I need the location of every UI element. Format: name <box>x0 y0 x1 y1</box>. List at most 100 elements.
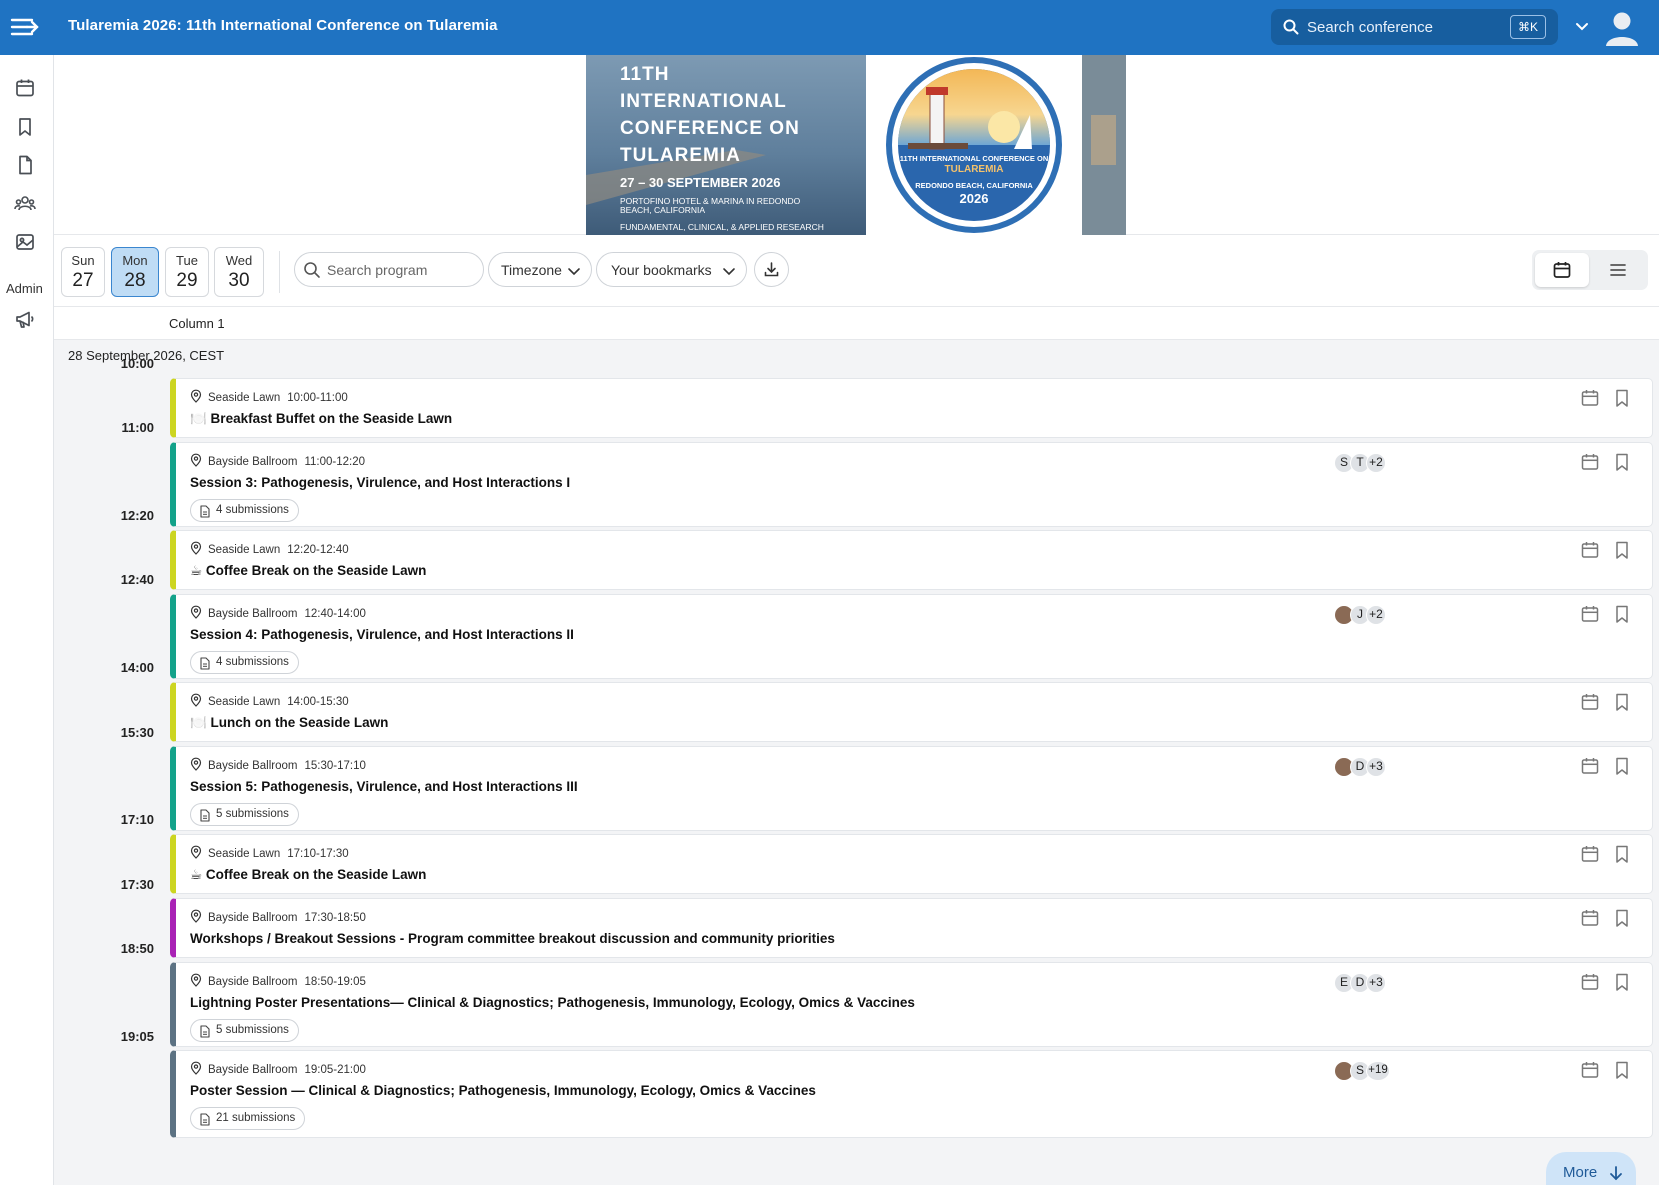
calendar-icon[interactable] <box>14 77 36 99</box>
location-pin-icon <box>190 973 202 987</box>
banner-line1: 11TH <box>620 64 669 85</box>
document-icon <box>199 505 210 521</box>
event-card[interactable]: Seaside Lawn 12:20-12:40 ☕ Coffee Break on… <box>170 530 1653 590</box>
download-icon <box>764 262 779 277</box>
event-card[interactable]: Seaside Lawn 14:00-15:30 🍽️ Lunch on the S… <box>170 682 1653 742</box>
event-actions <box>1580 388 1640 410</box>
add-to-calendar-button[interactable] <box>1580 908 1600 933</box>
megaphone-icon[interactable] <box>14 308 36 330</box>
document-icon[interactable] <box>14 154 36 176</box>
location-pin-icon <box>190 757 202 771</box>
bookmark-button[interactable] <box>1612 908 1632 933</box>
add-to-calendar-button[interactable] <box>1580 604 1600 629</box>
bookmark-button[interactable] <box>1612 388 1632 413</box>
event-card[interactable]: Bayside Ballroom 12:40-14:00 Session 4: Pa… <box>170 594 1653 679</box>
add-to-calendar-button[interactable] <box>1580 972 1600 997</box>
event-card[interactable]: Bayside Ballroom 18:50-19:05 Lightning Pos… <box>170 962 1653 1047</box>
event-meta: Seaside Lawn 10:00-11:00 <box>190 389 348 406</box>
bookmark-button[interactable] <box>1612 604 1632 629</box>
event-card[interactable]: Bayside Ballroom 15:30-17:10 Session 5: Pa… <box>170 746 1653 831</box>
download-button[interactable] <box>754 252 789 287</box>
search-placeholder: Search conference <box>1307 19 1433 36</box>
event-card[interactable]: Seaside Lawn 17:10-17:30 ☕ Coffee Break on… <box>170 834 1653 894</box>
event-card[interactable]: Seaside Lawn 10:00-11:00 🍽️ Breakfast Buff… <box>170 378 1653 438</box>
bookmark-button[interactable] <box>1612 452 1632 477</box>
image-icon[interactable] <box>14 231 36 253</box>
submissions-badge[interactable]: 4 submissions <box>190 499 299 522</box>
bookmark-button[interactable] <box>1612 756 1632 781</box>
conference-search[interactable]: Search conference ⌘K <box>1271 9 1558 45</box>
calendar-view-button[interactable] <box>1535 253 1589 287</box>
bookmark-button[interactable] <box>1612 844 1632 869</box>
day-num: 30 <box>228 270 250 291</box>
speaker-avatar[interactable]: +3 <box>1366 757 1386 777</box>
event-room: Seaside Lawn <box>208 391 281 404</box>
menu-toggle-icon[interactable] <box>10 14 40 42</box>
submissions-badge[interactable]: 21 submissions <box>190 1107 306 1130</box>
bookmark-icon <box>1616 605 1628 623</box>
submissions-badge[interactable]: 4 submissions <box>190 651 299 674</box>
submissions-count: 5 submissions <box>216 808 289 820</box>
event-title[interactable]: ☕ Coffee Break on the Seaside Lawn <box>190 563 426 579</box>
bookmark-icon[interactable] <box>14 116 36 138</box>
event-time: 17:30-18:50 <box>304 911 366 924</box>
submissions-badge[interactable]: 5 submissions <box>190 1019 299 1042</box>
time-label: 12:40 <box>120 572 154 587</box>
bookmark-button[interactable] <box>1612 692 1632 717</box>
search-icon <box>303 261 321 284</box>
event-title[interactable]: Session 5: Pathogenesis, Virulence, and … <box>190 779 578 794</box>
bookmarks-dropdown[interactable]: Your bookmarks <box>596 252 747 287</box>
chevron-down-icon <box>567 264 581 281</box>
banner-line3: CONFERENCE ON <box>620 118 800 139</box>
add-to-calendar-button[interactable] <box>1580 844 1600 869</box>
event-meta: Seaside Lawn 17:10-17:30 <box>190 845 349 862</box>
event-card[interactable]: Bayside Ballroom 11:00-12:20 Session 3: Pa… <box>170 442 1653 527</box>
add-to-calendar-button[interactable] <box>1580 692 1600 717</box>
event-title[interactable]: Workshops / Breakout Sessions - Program … <box>190 931 835 946</box>
document-icon <box>199 657 210 673</box>
calendar-icon <box>1581 1062 1599 1078</box>
event-meta: Bayside Ballroom 18:50-19:05 <box>190 973 366 990</box>
chevron-down-icon[interactable] <box>1574 18 1590 39</box>
user-avatar[interactable] <box>1602 8 1642 48</box>
bookmark-button[interactable] <box>1612 1060 1632 1085</box>
list-view-button[interactable] <box>1591 253 1645 287</box>
bookmark-button[interactable] <box>1612 972 1632 997</box>
program-search-input[interactable]: Search program <box>294 252 484 287</box>
event-title[interactable]: Lightning Poster Presentations— Clinical… <box>190 995 915 1010</box>
add-to-calendar-button[interactable] <box>1580 756 1600 781</box>
add-to-calendar-button[interactable] <box>1580 1060 1600 1085</box>
event-title[interactable]: 🍽️ Breakfast Buffet on the Seaside Lawn <box>190 411 452 427</box>
people-icon[interactable] <box>14 193 36 215</box>
event-title[interactable]: Poster Session — Clinical & Diagnostics;… <box>190 1083 816 1098</box>
more-button[interactable]: More <box>1546 1152 1636 1185</box>
speaker-avatar[interactable]: +3 <box>1366 973 1386 993</box>
event-title[interactable]: ☕ Coffee Break on the Seaside Lawn <box>190 867 426 883</box>
speaker-avatar[interactable]: +2 <box>1366 453 1386 473</box>
submissions-badge[interactable]: 5 submissions <box>190 803 299 826</box>
day-tab-sun[interactable]: Sun 27 <box>61 247 105 297</box>
event-card[interactable]: Bayside Ballroom 19:05-21:00 Poster Sessio… <box>170 1050 1653 1138</box>
timezone-dropdown[interactable]: Timezone <box>488 252 592 287</box>
event-card[interactable]: Bayside Ballroom 17:30-18:50 Workshops / B… <box>170 898 1653 958</box>
time-label: 12:20 <box>120 508 154 523</box>
add-to-calendar-button[interactable] <box>1580 388 1600 413</box>
calendar-icon <box>1581 910 1599 926</box>
add-to-calendar-button[interactable] <box>1580 540 1600 565</box>
event-title[interactable]: Session 4: Pathogenesis, Virulence, and … <box>190 627 574 642</box>
event-title[interactable]: 🍽️ Lunch on the Seaside Lawn <box>190 715 388 731</box>
event-meta: Seaside Lawn 12:20-12:40 <box>190 541 349 558</box>
app-title[interactable]: Tularemia 2026: 11th International Confe… <box>68 17 498 34</box>
speaker-avatar[interactable]: +19 <box>1366 1061 1390 1081</box>
submissions-count: 21 submissions <box>216 1112 296 1124</box>
event-time: 11:00-12:20 <box>304 455 366 468</box>
speaker-avatar[interactable]: +2 <box>1366 605 1386 625</box>
add-to-calendar-button[interactable] <box>1580 452 1600 477</box>
day-tab-tue[interactable]: Tue 29 <box>165 247 209 297</box>
column-title: Column 1 <box>169 316 225 331</box>
day-tab-wed[interactable]: Wed 30 <box>214 247 264 297</box>
day-tab-mon[interactable]: Mon 28 <box>111 247 159 297</box>
bookmark-button[interactable] <box>1612 540 1632 565</box>
event-title[interactable]: Session 3: Pathogenesis, Virulence, and … <box>190 475 570 490</box>
submissions-count: 5 submissions <box>216 1024 289 1036</box>
